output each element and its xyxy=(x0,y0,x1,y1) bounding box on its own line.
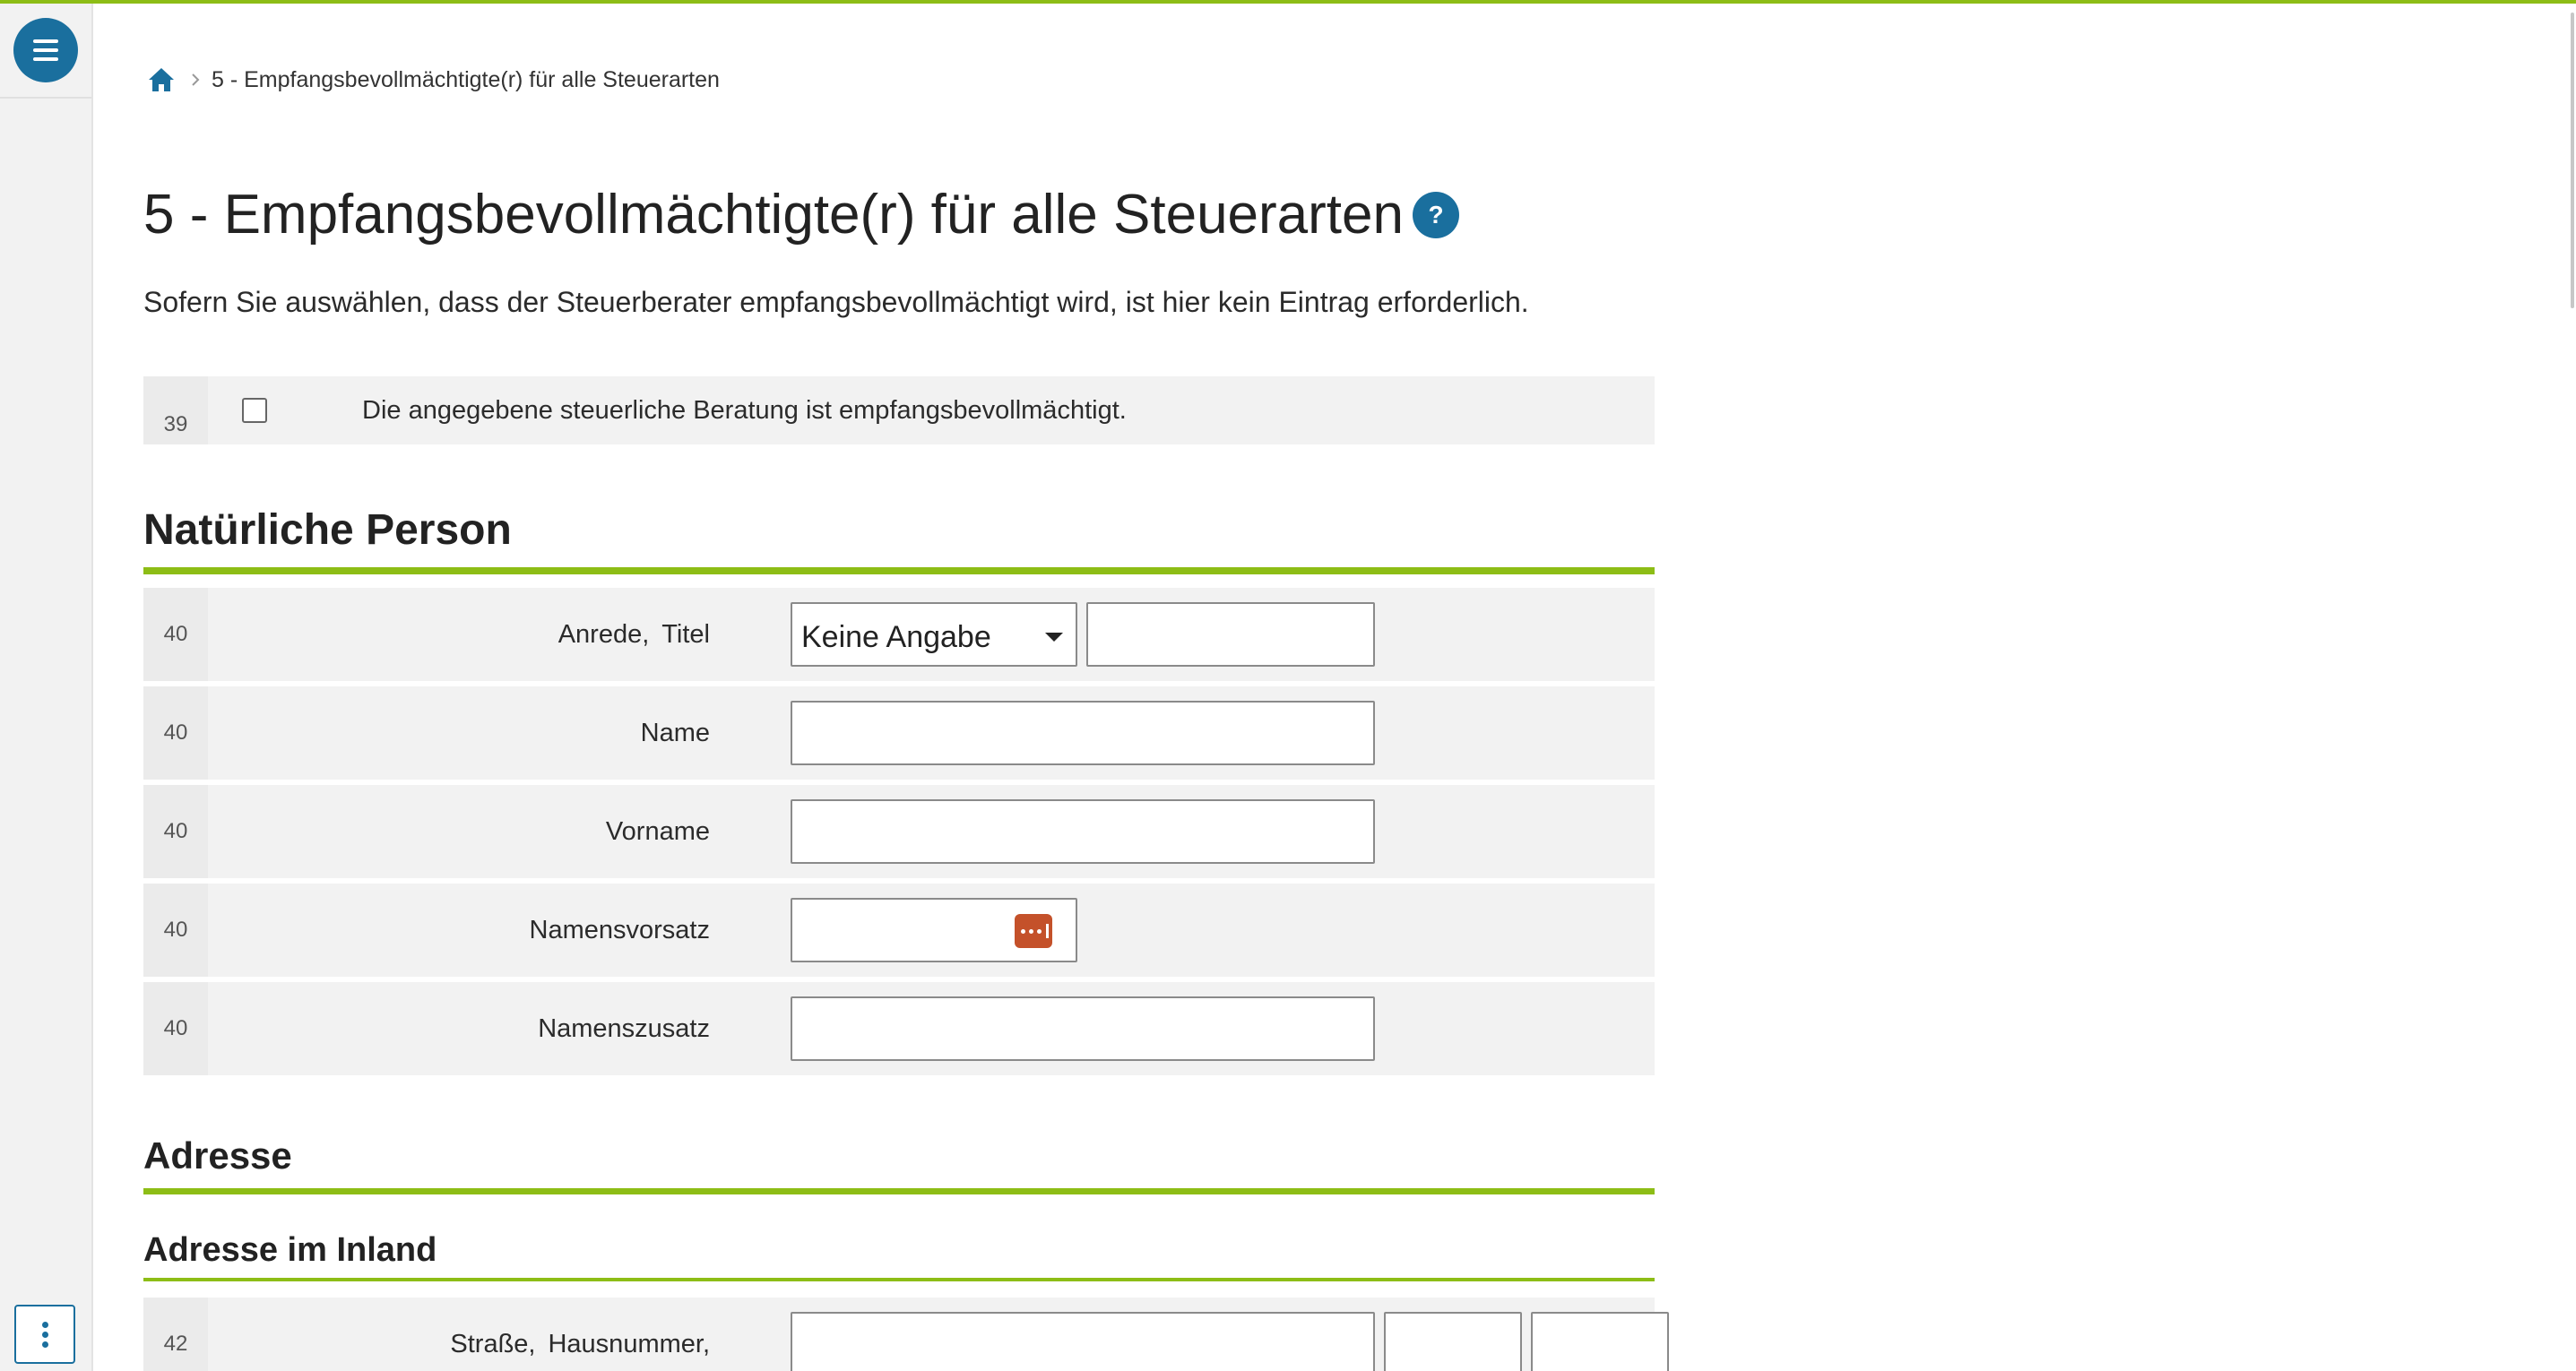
page-scrollbar[interactable] xyxy=(2567,4,2576,1371)
empfangsbevollmaechtigt-checkbox[interactable] xyxy=(242,398,267,423)
label-hausnummer: Hausnummer, xyxy=(548,1330,710,1358)
namensvorsatz-input[interactable] xyxy=(791,898,1077,962)
hausnummer-zusatz-input[interactable] xyxy=(1531,1312,1669,1371)
line-number: 40 xyxy=(143,588,208,681)
line-number: 39 xyxy=(143,376,208,444)
help-icon[interactable]: ? xyxy=(1413,191,1459,238)
anrede-selected-value: Keine Angabe xyxy=(801,620,991,654)
field-label: Namenszusatz xyxy=(538,1014,710,1043)
page-title-text: 5 - Empfangsbevollmächtigte(r) für alle … xyxy=(143,184,1404,246)
more-options-button[interactable] xyxy=(14,1305,75,1364)
section-divider xyxy=(143,567,1655,574)
hausnummer-input[interactable] xyxy=(1384,1312,1522,1371)
subsection-divider xyxy=(143,1278,1655,1281)
home-icon[interactable] xyxy=(147,66,176,93)
line-number: 40 xyxy=(143,884,208,977)
anrede-select[interactable]: Keine Angabe xyxy=(791,602,1077,667)
top-accent-bar xyxy=(0,0,2576,4)
form-row-vorname: 40 Vorname xyxy=(143,785,1655,878)
breadcrumb-current: 5 - Empfangsbevollmächtigte(r) für alle … xyxy=(212,66,720,92)
form-row-name: 40 Name xyxy=(143,686,1655,780)
form-row-anrede-titel: 40 Anrede, Titel Keine Angabe xyxy=(143,588,1655,681)
checkbox-label: Die angegebene steuerliche Beratung ist … xyxy=(362,396,1127,425)
vorname-input[interactable] xyxy=(791,799,1375,864)
section-divider xyxy=(143,1188,1655,1194)
chevron-down-icon xyxy=(1045,633,1063,642)
line-number: 40 xyxy=(143,785,208,878)
titel-input[interactable] xyxy=(1086,602,1375,667)
section-heading-adresse: Adresse xyxy=(143,1134,292,1177)
line-number: 40 xyxy=(143,982,208,1075)
vertical-dots-icon xyxy=(41,1321,48,1328)
line-number: 42 xyxy=(143,1298,208,1371)
form-row-namenszusatz: 40 Namenszusatz xyxy=(143,982,1655,1075)
hamburger-icon xyxy=(33,37,58,64)
page-title: 5 - Empfangsbevollmächtigte(r) für alle … xyxy=(143,183,1459,246)
subsection-heading-adresse-im-inland: Adresse im Inland xyxy=(143,1231,437,1269)
label-anrede: Anrede, xyxy=(558,620,650,649)
breadcrumb: 5 - Empfangsbevollmächtigte(r) für alle … xyxy=(147,66,720,93)
form-row-strasse: 42 Straße, Hausnummer, xyxy=(143,1298,1669,1371)
password-manager-icon[interactable] xyxy=(1015,914,1052,948)
intro-text: Sofern Sie auswählen, dass der Steuerber… xyxy=(143,286,1529,318)
sidebar xyxy=(0,4,93,1371)
sidebar-header xyxy=(0,4,91,99)
field-label: Name xyxy=(640,719,710,747)
chevron-right-icon xyxy=(192,73,200,86)
field-label: Vorname xyxy=(605,817,710,846)
namenszusatz-input[interactable] xyxy=(791,996,1375,1061)
label-titel: Titel xyxy=(661,620,710,649)
menu-button[interactable] xyxy=(13,18,78,82)
form-row-39: 39 Die angegebene steuerliche Beratung i… xyxy=(143,376,1655,444)
field-label: Anrede, Titel xyxy=(558,620,710,650)
section-heading-natuerliche-person: Natürliche Person xyxy=(143,506,512,554)
field-label: Namensvorsatz xyxy=(529,916,710,944)
scrollbar-thumb[interactable] xyxy=(2571,13,2574,308)
strasse-input[interactable] xyxy=(791,1312,1375,1371)
form-row-namensvorsatz: 40 Namensvorsatz xyxy=(143,884,1655,977)
name-input[interactable] xyxy=(791,701,1375,765)
label-strasse: Straße, xyxy=(450,1330,536,1358)
field-label: Straße, Hausnummer, xyxy=(450,1330,710,1359)
line-number: 40 xyxy=(143,686,208,780)
